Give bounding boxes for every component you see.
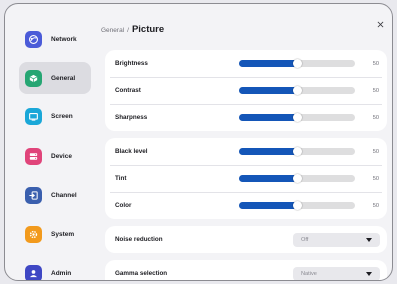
sidebar-item-device[interactable]: Device xyxy=(19,140,91,172)
setting-label: Contrast xyxy=(115,87,141,94)
black-level-slider[interactable] xyxy=(239,147,355,156)
setting-label: Color xyxy=(115,202,132,209)
noise-reduction-card: Noise reduction Off xyxy=(105,226,387,253)
contrast-slider[interactable] xyxy=(239,86,355,95)
setting-value: 50 xyxy=(372,148,379,155)
brightness-slider[interactable] xyxy=(239,59,355,68)
setting-value: 50 xyxy=(372,202,379,209)
slider-fill xyxy=(239,148,297,155)
sidebar-item-label: Channel xyxy=(51,191,77,199)
sidebar: Network General Screen Device Channel Sy… xyxy=(5,4,97,280)
sidebar-item-screen[interactable]: Screen xyxy=(19,100,91,132)
page-title: Picture xyxy=(131,24,165,35)
slider-handle[interactable] xyxy=(292,86,302,95)
setting-label: Brightness xyxy=(115,60,148,67)
close-icon xyxy=(377,21,383,27)
slider-handle[interactable] xyxy=(292,147,302,156)
setting-row-color: Color 50 xyxy=(105,192,387,219)
slider-fill xyxy=(239,87,297,94)
sidebar-item-label: General xyxy=(51,74,76,82)
sidebar-item-general[interactable]: General xyxy=(19,62,91,94)
sharpness-slider[interactable] xyxy=(239,113,355,122)
picture-card-color: Black level 50 Tint 50 Color 50 xyxy=(105,138,387,219)
setting-value: 50 xyxy=(372,175,379,182)
chevron-down-icon xyxy=(366,271,372,276)
general-icon xyxy=(25,69,42,87)
setting-row-gamma-selection: Gamma selection Native xyxy=(105,260,387,280)
device-icon xyxy=(25,147,42,165)
sidebar-item-label: Network xyxy=(51,35,77,43)
breadcrumb-separator: / xyxy=(127,27,129,34)
slider-fill xyxy=(239,60,297,67)
sidebar-item-channel[interactable]: Channel xyxy=(19,179,91,211)
setting-label: Noise reduction xyxy=(115,236,163,243)
setting-label: Sharpness xyxy=(115,114,148,121)
setting-row-black-level: Black level 50 xyxy=(105,138,387,165)
tint-slider[interactable] xyxy=(239,174,355,183)
close-button[interactable] xyxy=(373,17,387,31)
setting-row-contrast: Contrast 50 xyxy=(105,77,387,104)
setting-row-sharpness: Sharpness 50 xyxy=(105,104,387,131)
settings-window: Network General Screen Device Channel Sy… xyxy=(4,3,393,281)
color-slider[interactable] xyxy=(239,201,355,210)
picture-card-basic: Brightness 50 Contrast 50 Sharpness 50 xyxy=(105,50,387,131)
chevron-down-icon xyxy=(366,237,372,242)
setting-label: Black level xyxy=(115,148,148,155)
screen-icon xyxy=(25,107,42,125)
sidebar-item-admin[interactable]: Admin xyxy=(19,257,91,280)
setting-row-tint: Tint 50 xyxy=(105,165,387,192)
setting-label: Tint xyxy=(115,175,127,182)
select-value: Off xyxy=(301,236,309,243)
setting-label: Gamma selection xyxy=(115,270,168,277)
sidebar-item-label: Screen xyxy=(51,112,73,120)
slider-fill xyxy=(239,175,297,182)
breadcrumb-parent[interactable]: General xyxy=(101,27,124,34)
system-icon xyxy=(25,225,42,243)
gamma-selection-select[interactable]: Native xyxy=(293,266,380,280)
setting-value: 50 xyxy=(372,60,379,67)
sidebar-item-system[interactable]: System xyxy=(19,218,91,250)
slider-fill xyxy=(239,202,297,209)
sidebar-item-network[interactable]: Network xyxy=(19,23,91,55)
setting-value: 50 xyxy=(372,114,379,121)
setting-row-brightness: Brightness 50 xyxy=(105,50,387,77)
channel-icon xyxy=(25,186,42,204)
sidebar-item-label: Admin xyxy=(51,269,72,277)
sidebar-item-label: Device xyxy=(51,152,72,160)
select-value: Native xyxy=(301,270,317,277)
noise-reduction-select[interactable]: Off xyxy=(293,232,380,247)
sidebar-item-label: System xyxy=(51,230,75,238)
slider-handle[interactable] xyxy=(292,201,302,210)
breadcrumb: General / Picture xyxy=(101,24,164,35)
slider-handle[interactable] xyxy=(292,113,302,122)
slider-handle[interactable] xyxy=(292,174,302,183)
network-icon xyxy=(25,30,42,48)
slider-fill xyxy=(239,114,297,121)
admin-icon xyxy=(25,264,42,280)
setting-value: 50 xyxy=(372,87,379,94)
gamma-selection-card: Gamma selection Native xyxy=(105,260,387,280)
slider-handle[interactable] xyxy=(292,59,302,68)
setting-row-noise-reduction: Noise reduction Off xyxy=(105,226,387,253)
